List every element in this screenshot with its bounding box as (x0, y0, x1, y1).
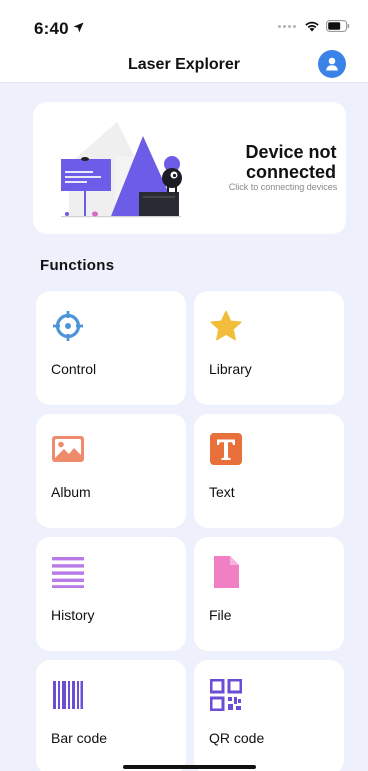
page-title: Laser Explorer (127, 56, 241, 73)
tile-label: History (51, 607, 95, 623)
function-tile-album[interactable]: Album (36, 414, 186, 528)
app-screen: 6:40 Laser Explorer Device not connected… (0, 0, 368, 771)
list-lines-icon (52, 557, 84, 588)
status-icons (278, 20, 350, 32)
tile-label: Bar code (51, 730, 108, 746)
status-time-text: 6:40 (34, 19, 69, 38)
tile-icon-wrap (51, 432, 85, 466)
text-t-icon (210, 433, 242, 465)
device-illustration (61, 122, 182, 218)
functions-heading: Functions (40, 257, 115, 274)
tile-icon-wrap (209, 678, 243, 712)
function-tile-file[interactable]: File (194, 537, 344, 651)
profile-button[interactable] (318, 50, 346, 78)
file-icon (214, 556, 239, 588)
qrcode-icon (210, 679, 242, 711)
image-icon (52, 436, 84, 462)
star-icon (210, 310, 242, 341)
tile-icon-wrap (51, 678, 85, 712)
status-time: 6:40 (34, 19, 84, 39)
tile-icon-wrap (209, 555, 243, 589)
tile-label: QR code (209, 730, 265, 746)
location-arrow-icon (73, 22, 84, 33)
tile-icon-wrap (51, 309, 85, 343)
function-tile-control[interactable]: Control (36, 291, 186, 405)
wifi-icon (305, 21, 319, 32)
signal-dots-icon (278, 24, 296, 28)
tile-label: Library (209, 361, 252, 377)
status-bar: 6:40 (0, 0, 368, 46)
battery-icon (326, 20, 350, 32)
device-connect-hint: Click to connecting devices (228, 182, 338, 192)
barcode-icon (53, 681, 83, 709)
function-tile-library[interactable]: Library (194, 291, 344, 405)
user-icon (326, 57, 338, 71)
top-bar: 6:40 Laser Explorer (0, 0, 368, 83)
function-tile-qr-code[interactable]: QR code (194, 660, 344, 771)
tile-label: Text (209, 484, 235, 500)
crosshair-icon (53, 311, 83, 341)
tile-label: Control (51, 361, 97, 377)
tile-icon-wrap (209, 309, 243, 343)
home-indicator[interactable] (123, 765, 256, 769)
function-tile-history[interactable]: History (36, 537, 186, 651)
tile-icon-wrap (209, 432, 243, 466)
function-tile-text[interactable]: Text (194, 414, 344, 528)
tile-label: Album (51, 484, 91, 500)
device-connect-card[interactable]: Device not connected Click to connecting… (33, 102, 346, 234)
function-tile-bar-code[interactable]: Bar code (36, 660, 186, 771)
device-status-title: Device not connected (245, 142, 337, 182)
tile-label: File (209, 607, 232, 623)
tile-icon-wrap (51, 555, 85, 589)
